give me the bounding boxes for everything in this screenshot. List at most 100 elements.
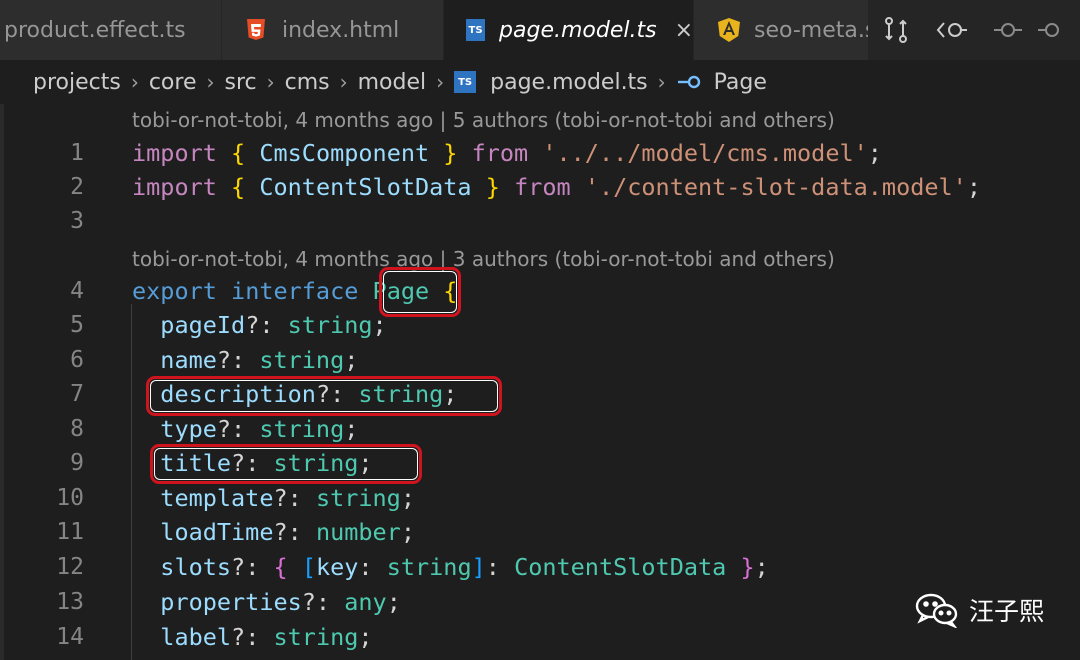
code-line: 12 slots?: { [key: string]: ContentSlotD… xyxy=(0,550,1080,584)
token-property: label xyxy=(160,623,232,651)
token-type: string xyxy=(315,484,401,512)
tab-product-effect[interactable]: product.effect.ts xyxy=(0,0,222,60)
line-number: 3 xyxy=(70,208,84,234)
typescript-icon: TS xyxy=(466,19,486,41)
token-keyword: interface xyxy=(231,277,359,305)
token-punct: ; xyxy=(344,415,359,443)
line-number: 11 xyxy=(56,519,84,545)
git-blame-codelens[interactable]: tobi-or-not-tobi, 4 months ago | 3 autho… xyxy=(132,244,835,274)
line-number: 13 xyxy=(56,589,84,615)
code-text: type?: string; xyxy=(132,412,358,446)
watermark-text: 汪子熙 xyxy=(968,597,1044,626)
token-punct: : xyxy=(485,553,515,581)
tab-label: index.html xyxy=(282,17,400,43)
token-punct: ?: xyxy=(273,518,316,546)
token-type: ContentSlotData xyxy=(514,553,727,581)
tab-label: page.model.ts xyxy=(499,17,657,43)
token-property: slots xyxy=(160,553,232,581)
line-number: 8 xyxy=(70,416,84,442)
token-keyword: export xyxy=(132,277,217,305)
token-keyword: from xyxy=(514,173,571,201)
chevron-right-icon: › xyxy=(266,70,275,94)
token-type: string xyxy=(386,553,472,581)
line-number: 10 xyxy=(56,485,84,511)
breadcrumb-item[interactable]: core xyxy=(149,70,197,95)
code-text: label?: string; xyxy=(132,620,372,654)
breadcrumb-item[interactable]: model xyxy=(358,70,427,95)
token-keyword: import xyxy=(132,139,217,167)
tab-index-html[interactable]: index.html xyxy=(222,0,444,60)
tab-page-model[interactable]: TS page.model.ts × xyxy=(444,0,694,60)
token-property: properties xyxy=(160,588,302,616)
token-property: pageId xyxy=(160,311,246,339)
breadcrumb-item[interactable]: page.model.ts xyxy=(490,70,648,95)
code-text: template?: string; xyxy=(132,481,415,515)
code-line: 11 loadTime?: number; xyxy=(0,515,1080,549)
token-bracket: } xyxy=(740,553,755,581)
tab-label: product.effect.ts xyxy=(4,17,186,43)
token-punct: ; xyxy=(754,553,769,581)
code-text: slots?: { [key: string]: ContentSlotData… xyxy=(132,550,769,584)
token-bracket: } xyxy=(443,139,458,167)
previous-change-button[interactable] xyxy=(924,0,980,60)
token-string: './content-slot-data.model' xyxy=(584,173,967,201)
token-punct: ?: xyxy=(245,311,288,339)
token-punct: ; xyxy=(966,173,981,201)
line-number: 6 xyxy=(70,347,84,373)
chevron-right-icon: › xyxy=(436,70,445,94)
commit-button[interactable] xyxy=(980,0,1036,60)
token-type: number xyxy=(315,518,401,546)
line-number: 7 xyxy=(70,381,84,407)
token-bracket: [ xyxy=(301,553,316,581)
close-icon[interactable]: × xyxy=(675,18,693,43)
code-text: pageId?: string; xyxy=(132,308,386,342)
breadcrumb-item[interactable]: Page xyxy=(714,70,767,95)
token-property: key xyxy=(315,553,359,581)
token-bracket: { xyxy=(231,173,246,201)
highlight-title-field xyxy=(150,444,422,484)
tab-seo-meta[interactable]: seo-meta.s xyxy=(694,0,874,60)
token-type: string xyxy=(273,623,359,651)
chevron-right-icon: › xyxy=(657,70,666,94)
token-punct: ; xyxy=(867,139,882,167)
timeline-next-icon xyxy=(1038,23,1059,37)
line-number: 2 xyxy=(70,174,84,200)
code-editor[interactable]: tobi-or-not-tobi, 4 months ago | 5 autho… xyxy=(0,104,1080,660)
breadcrumb-item[interactable]: cms xyxy=(285,70,330,95)
token-property: name xyxy=(160,346,217,374)
code-text: properties?: any; xyxy=(132,585,401,619)
code-line: 10 template?: string; xyxy=(0,481,1080,515)
highlight-description-field xyxy=(146,376,502,416)
git-blame-codelens[interactable]: tobi-or-not-tobi, 4 months ago | 5 autho… xyxy=(132,105,835,135)
compare-changes-icon xyxy=(885,17,907,43)
line-number: 4 xyxy=(70,278,84,304)
wechat-icon xyxy=(915,593,958,628)
open-changes-button[interactable] xyxy=(868,0,924,60)
line-number: 1 xyxy=(70,140,84,166)
breadcrumb-item[interactable]: src xyxy=(224,70,256,95)
html5-icon xyxy=(246,19,266,41)
code-line: 3 xyxy=(0,204,1080,238)
token-punct: ?: xyxy=(273,484,316,512)
editor-actions xyxy=(868,0,1080,60)
token-punct: ; xyxy=(400,518,415,546)
token-property: type xyxy=(160,415,217,443)
tab-bar: product.effect.ts index.html TS page.mod… xyxy=(0,0,1080,60)
timeline-prev-icon xyxy=(936,22,967,38)
git-commit-icon xyxy=(994,23,1022,37)
code-line: 8 type?: string; xyxy=(0,412,1080,446)
code-line: 2 import { ContentSlotData } from './con… xyxy=(0,170,1080,204)
code-text: import { ContentSlotData } from './conte… xyxy=(132,170,981,204)
chevron-right-icon: › xyxy=(339,70,348,94)
token-type: string xyxy=(259,346,345,374)
token-bracket: ] xyxy=(471,553,486,581)
token-bracket: { xyxy=(231,139,246,167)
next-change-button[interactable] xyxy=(1036,0,1080,60)
breadcrumb-item[interactable]: projects xyxy=(33,70,121,95)
token-punct: ; xyxy=(400,484,415,512)
typescript-icon: TS xyxy=(454,71,477,93)
chevron-right-icon: › xyxy=(206,70,215,94)
token-keyword: import xyxy=(132,173,217,201)
token-property: template xyxy=(160,484,274,512)
symbol-interface-icon xyxy=(676,74,702,90)
